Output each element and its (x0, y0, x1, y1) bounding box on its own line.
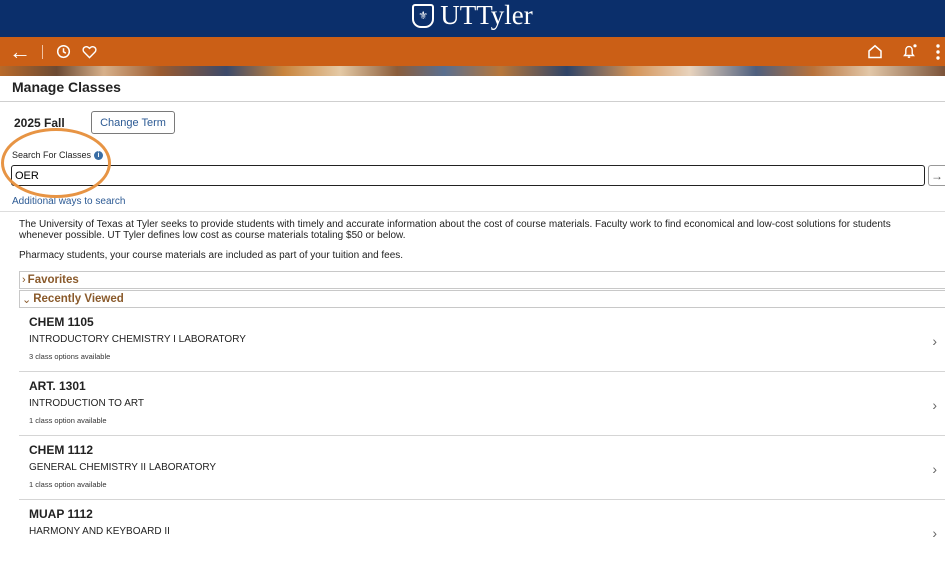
recently-viewed-list: CHEM 1105 INTRODUCTORY CHEMISTRY I LABOR… (19, 308, 945, 563)
highlight-circle-annotation (1, 128, 111, 198)
course-row[interactable]: CHEM 1112 GENERAL CHEMISTRY II LABORATOR… (19, 436, 945, 500)
decorative-banner (0, 66, 945, 76)
course-code: ART. 1301 (29, 379, 86, 393)
course-name: INTRODUCTORY CHEMISTRY I LABORATORY (29, 334, 246, 345)
course-code: CHEM 1105 (29, 315, 94, 329)
page-title: Manage Classes (12, 79, 121, 95)
class-options-count: 3 class options available (29, 352, 111, 361)
search-label: Search For Classes (12, 150, 92, 160)
chevron-right-icon: › (22, 274, 26, 286)
course-row[interactable]: ART. 1301 INTRODUCTION TO ART 1 class op… (19, 372, 945, 436)
home-icon[interactable] (865, 37, 885, 66)
chevron-down-icon: ⌄ (22, 293, 32, 306)
clock-icon[interactable] (53, 37, 73, 66)
shield-icon: ⚜ (412, 3, 435, 28)
chevron-right-icon: › (932, 461, 937, 477)
course-name: INTRODUCTION TO ART (29, 398, 145, 409)
term-label: 2025 Fall (14, 116, 65, 130)
search-submit-arrow-icon[interactable]: → (928, 165, 945, 186)
class-options-count: 1 class option available (29, 416, 107, 425)
info-icon[interactable]: i (94, 150, 104, 160)
course-row[interactable]: MUAP 1112 HARMONY AND KEYBOARD II › (19, 500, 945, 563)
course-name: GENERAL CHEMISTRY II LABORATORY (29, 462, 217, 473)
course-row[interactable]: CHEM 1105 INTRODUCTORY CHEMISTRY I LABOR… (19, 308, 945, 372)
top-header: ⚜ UTTyler (0, 0, 945, 37)
title-row: Manage Classes (0, 76, 945, 102)
bell-icon[interactable] (899, 37, 919, 66)
divider (0, 211, 945, 212)
search-label-row: Search For Classes i (12, 150, 104, 160)
course-code: MUAP 1112 (29, 507, 93, 521)
search-input[interactable] (11, 165, 925, 186)
additional-ways-link[interactable]: Additional ways to search (12, 196, 125, 207)
course-code: CHEM 1112 (29, 443, 94, 457)
arrow-left-icon[interactable]: ← (8, 37, 32, 66)
info-paragraph-1: The University of Texas at Tyler seeks t… (19, 219, 891, 241)
nav-divider (42, 44, 43, 59)
chevron-right-icon: › (932, 333, 937, 349)
logo-text: UTTyler (440, 0, 533, 30)
info-paragraph-2: Pharmacy students, your course materials… (19, 250, 404, 261)
more-vertical-icon[interactable] (933, 37, 943, 66)
change-term-button[interactable]: Change Term (91, 111, 175, 134)
recently-viewed-label: Recently Viewed (33, 293, 124, 305)
chevron-right-icon: › (932, 525, 937, 541)
nav-bar: ← (0, 37, 945, 66)
class-options-count: 1 class option available (29, 480, 107, 489)
ut-tyler-logo[interactable]: ⚜ UTTyler (412, 0, 533, 31)
course-name: HARMONY AND KEYBOARD II (29, 526, 170, 537)
heart-icon[interactable] (79, 37, 99, 66)
favorites-section-header[interactable]: › Favorites (19, 271, 945, 289)
chevron-right-icon: › (932, 397, 937, 413)
favorites-label: Favorites (27, 274, 79, 286)
recently-viewed-section-header[interactable]: ⌄ Recently Viewed (19, 290, 945, 308)
